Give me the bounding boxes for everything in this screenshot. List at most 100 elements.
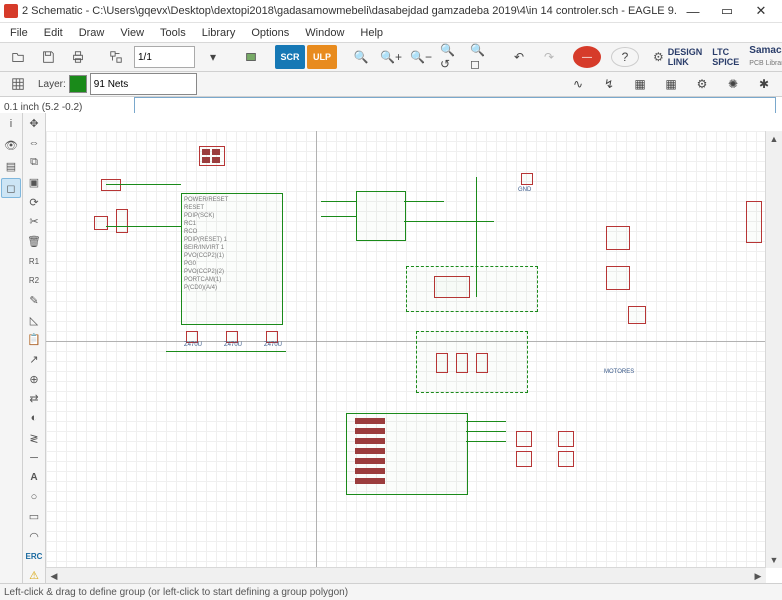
save-button[interactable] <box>34 45 62 69</box>
show-icon[interactable]: 👁 <box>2 136 20 154</box>
text-icon[interactable]: A <box>25 469 43 486</box>
sheet-dropdown[interactable]: ▾ <box>199 45 227 69</box>
gateswap-icon[interactable]: ≷ <box>25 430 43 447</box>
zoom-in-button[interactable]: 🔍+ <box>377 45 405 69</box>
mirror-icon[interactable]: ⇔ <box>25 135 43 152</box>
z-label-3: Z470U <box>264 342 282 348</box>
schematic-canvas[interactable]: POWER/RESETRESETPDIP(SCK)RC1RCOPDIP(RESE… <box>46 131 766 568</box>
net <box>466 431 506 432</box>
menu-library[interactable]: Library <box>194 25 244 41</box>
split-icon[interactable]: ↗ <box>25 351 43 368</box>
origin-axis-v <box>316 131 317 568</box>
window-title: 2 Schematic - C:\Users\gqevx\Desktop\dex… <box>22 5 676 17</box>
zoom-fit-button[interactable]: 🔍 <box>347 45 375 69</box>
scroll-down-icon[interactable]: ▼ <box>767 553 781 567</box>
scroll-up-icon[interactable]: ▲ <box>767 132 781 146</box>
side-toolbar-b: ✥ ⇔ ⧉ ▣ ⟳ ✂ 🗑 R1 R2 ✎ ◺ 📋 ↗ ⊕ ⇄ ◐ ≷ ─ A … <box>23 113 46 584</box>
horizontal-scrollbar[interactable]: ◀ ▶ <box>46 567 766 584</box>
layer-color-swatch[interactable] <box>69 75 87 93</box>
redo-button[interactable]: ↷ <box>535 45 563 69</box>
wire-bend-button[interactable]: ↯ <box>595 72 623 96</box>
canvas-viewport[interactable]: POWER/RESETRESETPDIP(SCK)RC1RCOPDIP(RESE… <box>46 113 782 584</box>
scroll-right-icon[interactable]: ▶ <box>751 569 765 583</box>
stop-button[interactable]: — <box>573 46 601 68</box>
value-icon[interactable]: R2 <box>25 272 43 289</box>
undo-button[interactable]: ↶ <box>505 45 533 69</box>
menu-file[interactable]: File <box>2 25 36 41</box>
menu-options[interactable]: Options <box>243 25 297 41</box>
gear-tool3-button[interactable]: ✱ <box>750 72 778 96</box>
ltcspice-label: LTC SPICE <box>712 47 739 67</box>
name-icon[interactable]: R1 <box>25 253 43 270</box>
net <box>106 184 181 185</box>
rect-icon[interactable]: ▭ <box>25 508 43 525</box>
wire-parallel-button[interactable]: ∿ <box>564 72 592 96</box>
pad3 <box>516 451 532 467</box>
library-use-button[interactable] <box>237 45 265 69</box>
net <box>321 201 356 202</box>
errors-icon[interactable]: ⚠ <box>25 567 43 584</box>
wire-icon[interactable]: ─ <box>25 449 43 466</box>
menu-draw[interactable]: Draw <box>71 25 113 41</box>
copy-ext1-button[interactable]: ▦ <box>626 72 654 96</box>
circle-icon[interactable]: ○ <box>25 489 43 506</box>
mcu-block: POWER/RESETRESETPDIP(SCK)RC1RCOPDIP(RESE… <box>181 193 283 325</box>
close-button[interactable]: ✕ <box>744 0 778 22</box>
zoom-redraw-button[interactable]: 🔍↺ <box>437 45 465 69</box>
gear-tool2-button[interactable]: ✺ <box>719 72 747 96</box>
sheet-selector[interactable] <box>134 46 195 68</box>
designlink-button[interactable]: ⚙ DESIGN LINK <box>649 46 706 68</box>
copy-ext2-button[interactable]: ▦ <box>657 72 685 96</box>
copy-icon[interactable]: ⧉ <box>25 154 43 171</box>
comp-r1 <box>101 179 121 191</box>
samacsys-button[interactable]: SamacSys PCB Library <box>745 46 782 68</box>
mcu-pins: POWER/RESETRESETPDIP(SCK)RC1RCOPDIP(RESE… <box>184 196 228 292</box>
help-button[interactable]: ? <box>611 47 639 67</box>
delete-icon[interactable]: 🗑 <box>25 233 43 250</box>
layers-icon[interactable]: ▤ <box>2 157 20 175</box>
group-icon[interactable]: ▣ <box>25 174 43 191</box>
erc-icon[interactable]: ERC <box>25 548 43 565</box>
z-label-1: Z470U <box>184 342 202 348</box>
miter-icon[interactable]: ◺ <box>25 312 43 329</box>
rotate-icon[interactable]: ⟳ <box>25 194 43 211</box>
net <box>476 177 477 297</box>
info-icon[interactable]: i <box>2 115 20 133</box>
menubar: File Edit Draw View Tools Library Option… <box>0 23 782 43</box>
board-switch-button[interactable] <box>102 45 130 69</box>
add-icon[interactable]: ⊕ <box>25 371 43 388</box>
net <box>466 441 506 442</box>
zoom-select-button[interactable]: 🔍◻ <box>467 45 495 69</box>
menu-help[interactable]: Help <box>352 25 391 41</box>
paste-icon[interactable]: 📋 <box>25 331 43 348</box>
maximize-button[interactable]: ▭ <box>710 0 744 22</box>
move-icon[interactable]: ✥ <box>25 115 43 132</box>
menu-window[interactable]: Window <box>297 25 352 41</box>
grid-button[interactable] <box>4 72 32 96</box>
scroll-left-icon[interactable]: ◀ <box>47 569 61 583</box>
pinswap-icon[interactable]: ⇄ <box>25 390 43 407</box>
smash-icon[interactable]: ✎ <box>25 292 43 309</box>
gear-tool-button[interactable]: ⚙ <box>688 72 716 96</box>
layer-combo[interactable] <box>90 73 197 95</box>
minimize-button[interactable]: — <box>676 0 710 22</box>
arc-icon[interactable]: ◠ <box>25 528 43 545</box>
menu-edit[interactable]: Edit <box>36 25 71 41</box>
ulp-button[interactable]: ULP <box>307 45 337 69</box>
main-toolbar: ▾ SCR ULP 🔍 🔍+ 🔍− 🔍↺ 🔍◻ ↶ ↷ — ? ⚙ DESIGN… <box>0 43 782 72</box>
menu-view[interactable]: View <box>112 25 152 41</box>
replace-icon[interactable]: ◐ <box>25 410 43 427</box>
frame-block <box>199 146 225 166</box>
menu-tools[interactable]: Tools <box>152 25 194 41</box>
designlink-label: DESIGN LINK <box>668 47 703 67</box>
vertical-scrollbar[interactable]: ▲ ▼ <box>765 131 782 568</box>
mark-icon[interactable]: ◻ <box>1 178 21 198</box>
side-toolbar-a: i 👁 ▤ ◻ <box>0 113 23 584</box>
print-button[interactable] <box>64 45 92 69</box>
ltcspice-button[interactable]: LTC SPICE <box>708 46 743 68</box>
pad2 <box>558 431 574 447</box>
script-button[interactable]: SCR <box>275 45 305 69</box>
zoom-out-button[interactable]: 🔍− <box>407 45 435 69</box>
cut-icon[interactable]: ✂ <box>25 213 43 230</box>
open-button[interactable] <box>4 45 32 69</box>
